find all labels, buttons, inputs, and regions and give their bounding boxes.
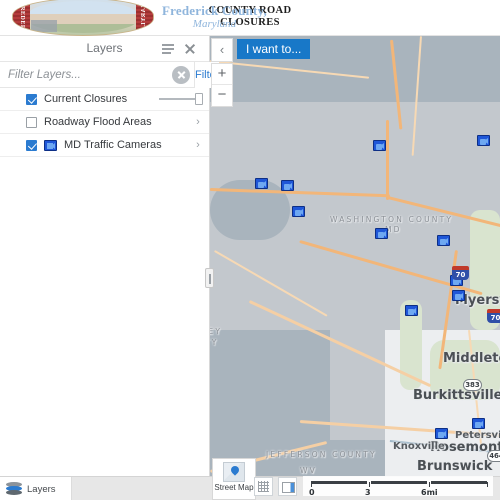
layer-label: Current Closures — [44, 93, 128, 105]
scale-label-2: 6mi — [421, 488, 438, 497]
route-shield: 464 — [487, 450, 500, 462]
layers-panel-header: Layers — [0, 36, 209, 62]
layers-panel-title: Layers — [86, 41, 123, 55]
panel-collapse-button[interactable]: ‹ — [211, 38, 233, 62]
map-pin-icon — [223, 462, 245, 482]
traffic-camera-marker[interactable] — [375, 228, 388, 239]
zoom-in-button[interactable]: + — [212, 64, 232, 85]
scale-bar: 0 3 6mi — [303, 476, 493, 499]
app-header: FREDERICK MARYLAND COUNTY ROAD CLOSURES … — [0, 0, 500, 36]
scale-label-0: 0 — [309, 488, 315, 497]
layers-toggle-label: Layers — [27, 483, 56, 495]
layer-list[interactable]: Current Closures Roadway Flood Areas › MD T… — [0, 88, 209, 500]
traffic-camera-marker[interactable] — [435, 428, 448, 439]
filter-layers-input[interactable] — [0, 62, 172, 87]
traffic-camera-marker[interactable] — [405, 305, 418, 316]
map-road — [386, 120, 389, 200]
layer-label: Roadway Flood Areas — [44, 116, 152, 128]
i-want-to-button[interactable]: I want to... — [237, 39, 311, 59]
layer-checkbox[interactable] — [26, 93, 37, 105]
chevron-right-icon[interactable]: › — [193, 139, 203, 151]
traffic-camera-marker[interactable] — [452, 290, 465, 301]
layer-opacity-slider[interactable] — [159, 93, 203, 105]
app-root: WASHINGTON COUNTY MD JEFFERSON COUNTY WV LEY… — [0, 0, 500, 500]
county-brand: Frederick County, Maryland — [162, 3, 267, 30]
layer-filter-row: Filter — [0, 61, 220, 88]
basemap-label: Street Map — [214, 483, 254, 492]
layer-row[interactable]: MD Traffic Cameras › — [0, 134, 209, 157]
close-icon[interactable] — [181, 40, 199, 58]
panel-collapse-handle[interactable] — [205, 268, 214, 288]
traffic-camera-marker[interactable] — [437, 235, 450, 246]
route-shield: 383 — [463, 379, 482, 391]
traffic-camera-marker[interactable] — [255, 178, 268, 189]
chevron-right-icon[interactable]: › — [193, 116, 203, 128]
layer-checkbox[interactable] — [26, 139, 37, 151]
basemap-selector-button[interactable]: Street Map — [212, 458, 256, 500]
traffic-camera-marker[interactable] — [292, 206, 305, 217]
traffic-camera-marker[interactable] — [477, 135, 490, 146]
layer-row[interactable]: Roadway Flood Areas › — [0, 111, 209, 134]
list-icon[interactable] — [159, 40, 177, 58]
layer-stack-icon — [6, 482, 22, 496]
layer-label: MD Traffic Cameras — [64, 139, 162, 151]
traffic-camera-marker[interactable] — [373, 140, 386, 151]
scale-bar-labels: 0 3 6mi — [309, 488, 487, 499]
layers-toggle-button[interactable]: Layers — [0, 477, 72, 500]
traffic-camera-marker[interactable] — [281, 180, 294, 191]
zoom-out-button[interactable]: − — [212, 85, 232, 106]
brand-line2: Maryland — [192, 18, 237, 30]
scale-label-1: 3 — [365, 488, 371, 497]
interstate-shield: 70 — [487, 309, 500, 323]
interstate-shield: 70 — [452, 266, 469, 280]
basemap-gallery-icon[interactable] — [254, 477, 273, 496]
layers-panel: Layers Filter Current Closures Roadway Fl… — [0, 36, 220, 500]
video-camera-icon — [44, 139, 57, 151]
layer-checkbox[interactable] — [26, 116, 37, 128]
traffic-camera-marker[interactable] — [472, 418, 485, 429]
brand-line1: Frederick County, — [162, 3, 267, 18]
clear-circle-icon[interactable] — [172, 65, 190, 84]
layer-row[interactable]: Current Closures — [0, 88, 209, 111]
zoom-controls[interactable]: + − — [211, 63, 233, 107]
legend-icon[interactable] — [278, 477, 297, 496]
